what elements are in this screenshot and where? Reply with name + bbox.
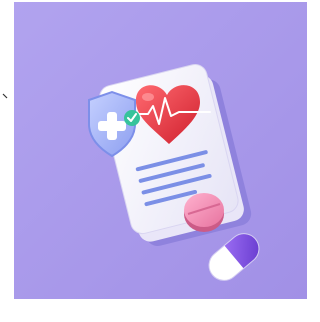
pill-icon xyxy=(184,193,224,232)
stray-mark xyxy=(2,93,8,99)
medical-illustration xyxy=(14,2,307,299)
image-frame xyxy=(0,0,315,322)
illustration-svg xyxy=(14,2,307,299)
checkmark-icon xyxy=(124,110,140,126)
